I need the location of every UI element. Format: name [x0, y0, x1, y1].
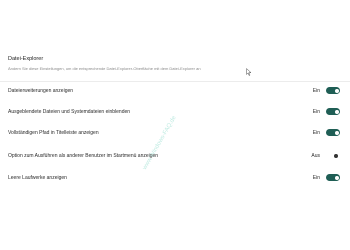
setting-label: Ausgeblendete Dateien und Systemdateien …: [8, 109, 131, 115]
section-title: Datei-Explorer: [8, 56, 44, 62]
toggle-state-text: Ein: [312, 175, 320, 181]
file-explorer-section-header: Datei-Explorer Ändern Sie diese Einstell…: [8, 56, 338, 71]
toggle-switch[interactable]: [330, 152, 340, 159]
toggle-state-text: Ein: [312, 109, 320, 115]
setting-row-full-path-title-bar: Vollständigen Pfad in Titelleiste anzeig…: [8, 127, 340, 139]
toggle-state-text: Ein: [312, 88, 320, 94]
toggle-state-text: Aus: [311, 153, 320, 159]
setting-label: Dateierweiterungen anzeigen: [8, 88, 74, 94]
toggle-state-text: Ein: [312, 130, 320, 136]
toggle-knob: [334, 130, 339, 135]
setting-row-show-file-extensions: Dateierweiterungen anzeigen Ein: [8, 85, 340, 97]
setting-row-show-empty-drives: Leere Laufwerke anzeigen Ein: [8, 172, 340, 184]
setting-row-run-as-other-user: Option zum Ausführen als anderer Benutze…: [8, 150, 340, 162]
setting-label: Vollständigen Pfad in Titelleiste anzeig…: [8, 130, 99, 136]
section-description: Ändern Sie diese Einstellungen, um die e…: [8, 66, 201, 71]
watermark-text: www.Windows-FAQ.de: [142, 115, 178, 171]
toggle-switch[interactable]: [326, 108, 340, 115]
mouse-cursor-icon: [246, 68, 252, 76]
toggle-knob: [334, 175, 339, 180]
toggle-knob: [334, 109, 339, 114]
toggle-switch[interactable]: [326, 87, 340, 94]
toggle-knob: [334, 88, 339, 93]
setting-label: Leere Laufwerke anzeigen: [8, 175, 67, 181]
toggle-switch[interactable]: [326, 129, 340, 136]
toggle-switch[interactable]: [326, 174, 340, 181]
setting-label: Option zum Ausführen als anderer Benutze…: [8, 153, 159, 159]
section-divider: [0, 81, 350, 82]
toggle-knob: [334, 153, 338, 158]
